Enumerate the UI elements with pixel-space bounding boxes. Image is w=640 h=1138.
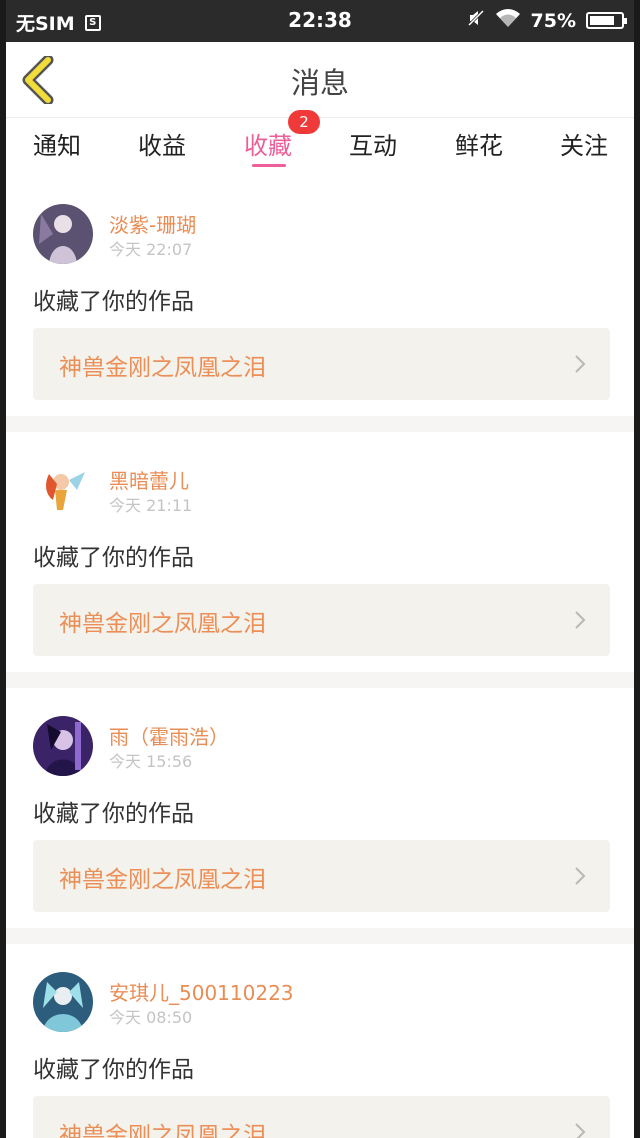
nav-bar: 消息 [6, 42, 634, 118]
divider [6, 672, 634, 688]
work-link[interactable]: 神兽金刚之凤凰之泪 [33, 1096, 610, 1138]
username[interactable]: 黑暗蕾儿 [109, 465, 189, 494]
list-item: 黑暗蕾儿 今天 21:11 收藏了你的作品 神兽金刚之凤凰之泪 [6, 432, 634, 672]
message-list: 淡紫-珊瑚 今天 22:07 收藏了你的作品 神兽金刚之凤凰之泪 黑暗蕾儿 今天… [6, 176, 634, 1138]
timestamp: 今天 15:56 [109, 752, 193, 771]
username[interactable]: 安琪儿_500110223 [109, 977, 294, 1006]
tab-flowers[interactable]: 鲜花 [429, 126, 529, 161]
action-text: 收藏了你的作品 [33, 1057, 194, 1083]
mute-icon [467, 9, 485, 32]
phone-screen: 无SIM S 22:38 75% 消息 通知 收益 收藏 互动 鲜花 关注 2 … [6, 0, 634, 1138]
work-link[interactable]: 神兽金刚之凤凰之泪 [33, 584, 610, 656]
timestamp: 今天 21:11 [109, 496, 193, 515]
tab-earnings[interactable]: 收益 [112, 126, 212, 161]
work-title: 神兽金刚之凤凰之泪 [59, 611, 266, 637]
status-bar: 无SIM S 22:38 75% [6, 0, 634, 42]
action-text: 收藏了你的作品 [33, 289, 194, 315]
timestamp: 今天 08:50 [109, 1008, 193, 1027]
work-title: 神兽金刚之凤凰之泪 [59, 355, 266, 381]
avatar[interactable] [33, 716, 93, 776]
username[interactable]: 雨（霍雨浩） [109, 721, 229, 750]
chevron-right-icon [575, 611, 586, 629]
avatar[interactable] [33, 460, 93, 520]
action-text: 收藏了你的作品 [33, 545, 194, 571]
divider [6, 416, 634, 432]
page-title: 消息 [290, 66, 349, 100]
tab-notifications[interactable]: 通知 [7, 126, 107, 161]
tab-bar: 通知 收益 收藏 互动 鲜花 关注 2 [6, 110, 634, 176]
divider [6, 928, 634, 944]
timestamp: 今天 22:07 [109, 240, 193, 259]
username[interactable]: 淡紫-珊瑚 [109, 209, 196, 238]
avatar[interactable] [33, 972, 93, 1032]
wifi-icon [495, 8, 521, 33]
work-link[interactable]: 神兽金刚之凤凰之泪 [33, 328, 610, 400]
tab-follows[interactable]: 关注 [534, 126, 634, 161]
work-title: 神兽金刚之凤凰之泪 [59, 867, 266, 893]
battery-percent: 75% [530, 9, 576, 32]
chevron-right-icon [575, 355, 586, 373]
active-tab-indicator [252, 164, 286, 167]
avatar[interactable] [33, 204, 93, 264]
work-link[interactable]: 神兽金刚之凤凰之泪 [33, 840, 610, 912]
list-item: 雨（霍雨浩） 今天 15:56 收藏了你的作品 神兽金刚之凤凰之泪 [6, 688, 634, 928]
list-item: 安琪儿_500110223 今天 08:50 收藏了你的作品 神兽金刚之凤凰之泪 [6, 944, 634, 1138]
list-item: 淡紫-珊瑚 今天 22:07 收藏了你的作品 神兽金刚之凤凰之泪 [6, 176, 634, 416]
battery-icon [586, 12, 627, 29]
chevron-right-icon [575, 867, 586, 885]
favorites-count-badge: 2 [288, 110, 320, 134]
action-text: 收藏了你的作品 [33, 801, 194, 827]
work-title: 神兽金刚之凤凰之泪 [59, 1123, 266, 1138]
tab-interactions[interactable]: 互动 [323, 126, 423, 161]
chevron-right-icon [575, 1123, 586, 1138]
